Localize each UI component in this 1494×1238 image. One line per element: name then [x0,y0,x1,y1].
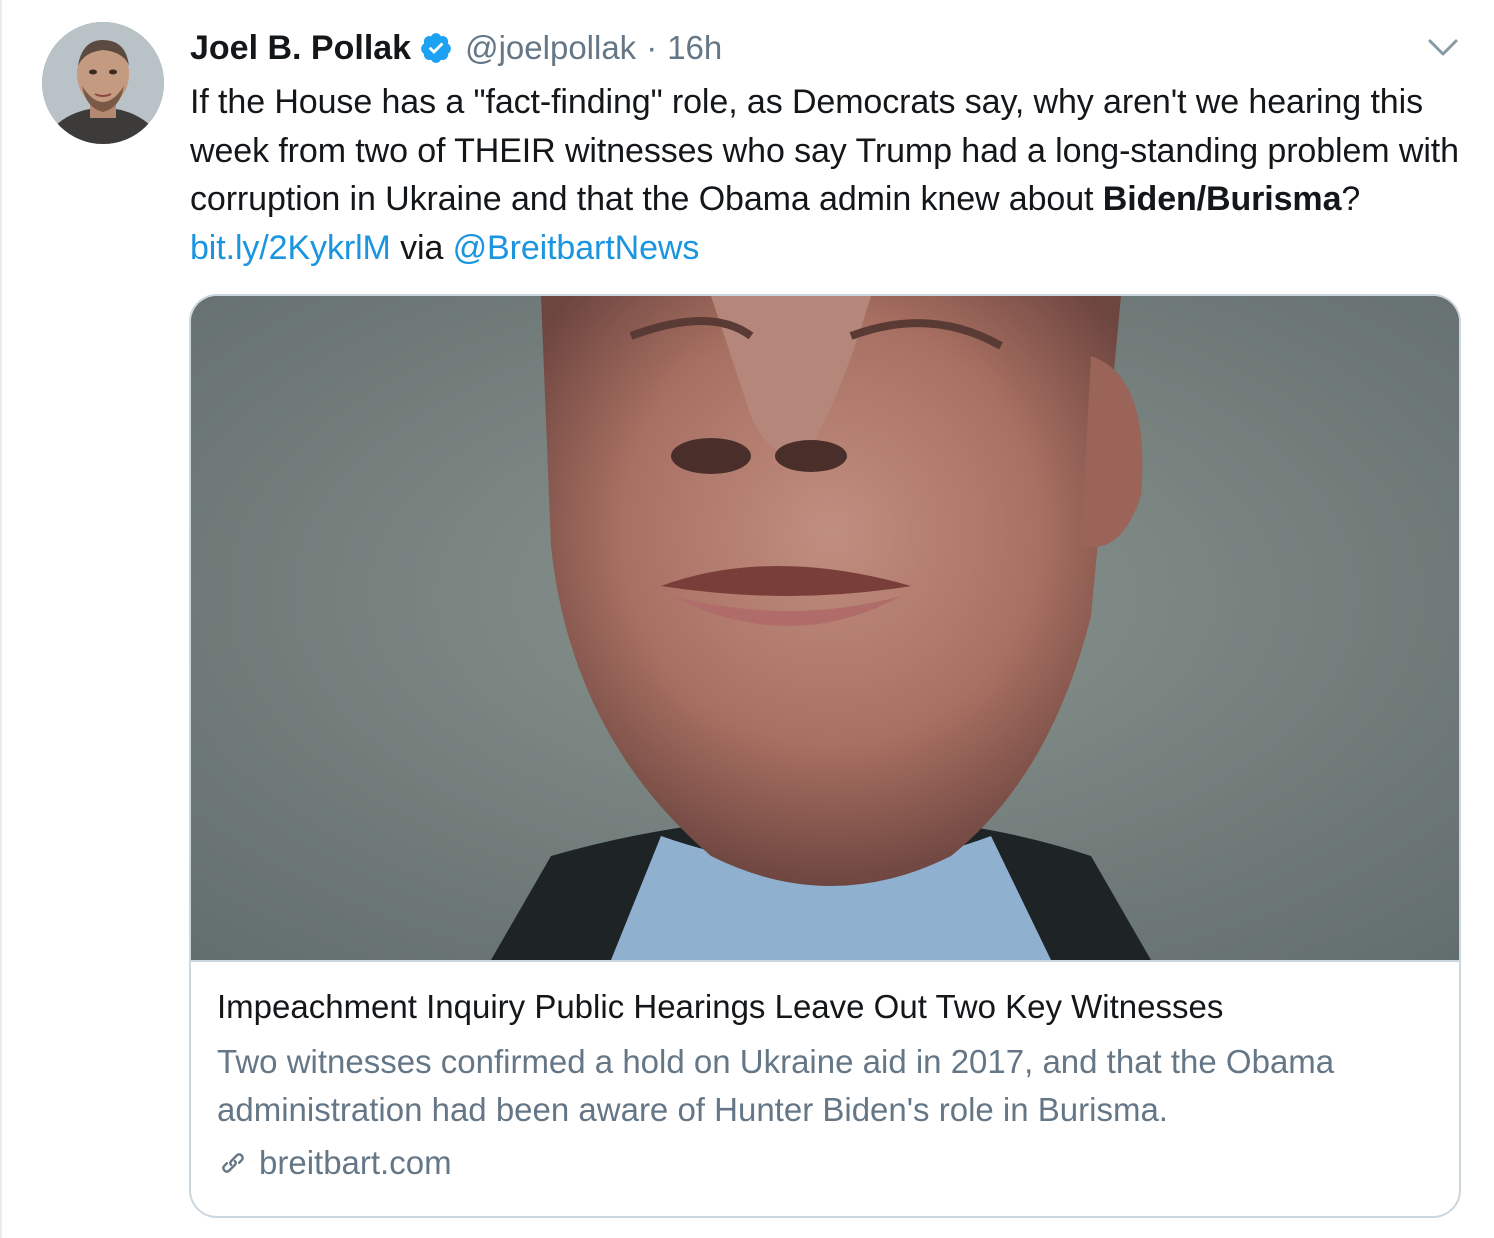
card-domain[interactable]: breitbart.com [217,1144,452,1182]
tweet-short-link[interactable]: bit.ly/2KykrlM [190,229,391,267]
card-domain-text: breitbart.com [259,1144,452,1181]
tweet-timestamp[interactable]: 16h [667,29,722,67]
link-icon [222,1153,244,1173]
tweet[interactable]: Joel B. Pollak @joelpollak · 16h If the … [0,0,1494,1238]
verified-badge-icon [419,31,453,65]
tweet-text-part: ? [1341,180,1361,218]
card-description: Two witnesses confirmed a hold on Ukrain… [217,1043,1335,1128]
card-image[interactable] [191,296,1459,962]
tweet-header: Joel B. Pollak @joelpollak · 16h [190,26,722,70]
card-title[interactable]: Impeachment Inquiry Public Hearings Leav… [217,988,1223,1026]
tweet-bold-text: Biden/Burisma [1102,180,1342,218]
avatar[interactable] [42,22,164,144]
tweet-mention-link[interactable]: @BreitbartNews [453,229,700,267]
tweet-text-part: via [390,228,453,267]
header-separator: · [646,29,658,66]
card-photo [191,296,1459,960]
chevron-down-icon[interactable] [1426,36,1460,60]
link-preview-card[interactable]: Impeachment Inquiry Public Hearings Leav… [189,294,1461,1218]
avatar-photo [42,22,164,144]
author-handle[interactable]: @joelpollak [465,29,636,67]
author-display-name[interactable]: Joel B. Pollak [190,29,411,68]
tweet-text: If the House has a "fact-finding" role, … [190,78,1460,272]
